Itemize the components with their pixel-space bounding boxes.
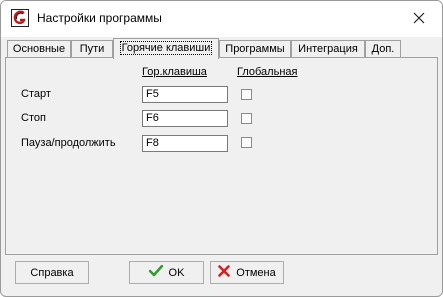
help-button-label: Справка: [30, 266, 74, 279]
tab-integration[interactable]: Интеграция: [291, 40, 365, 58]
column-header-hotkey: Гор.клавиша: [142, 66, 207, 78]
close-icon: [413, 12, 425, 27]
x-icon: [218, 265, 236, 280]
title-bar: Настройки программы: [1, 1, 442, 37]
close-button[interactable]: [396, 1, 442, 37]
row-label-stop: Стоп: [21, 112, 46, 124]
cancel-button-label: Отмена: [236, 266, 276, 279]
checkmark-icon: [148, 264, 169, 280]
global-checkbox-stop[interactable]: [241, 113, 252, 124]
hotkey-input-stop[interactable]: F6: [142, 110, 228, 127]
global-checkbox-start[interactable]: [241, 89, 252, 100]
cancel-button[interactable]: Отмена: [210, 261, 284, 284]
help-button[interactable]: Справка: [15, 261, 89, 284]
tab-hotkeys[interactable]: Горячие клавиши: [113, 38, 219, 59]
ok-button-label: OK: [168, 266, 185, 279]
ok-button[interactable]: OK: [129, 261, 204, 284]
button-bar: Справка OK Отмена: [5, 257, 436, 290]
settings-dialog: Настройки программы Основные Пути Горячи…: [0, 0, 443, 297]
row-label-start: Старт: [21, 88, 51, 100]
tab-paths[interactable]: Пути: [71, 40, 113, 58]
hotkey-input-pause[interactable]: F8: [142, 135, 228, 152]
hotkey-input-start[interactable]: F5: [142, 86, 228, 103]
column-header-global: Глобальная: [237, 66, 298, 78]
row-label-pause: Пауза/продолжить: [21, 137, 116, 149]
g-logo-icon: [11, 9, 29, 27]
tab-extra[interactable]: Доп.: [365, 40, 401, 58]
global-checkbox-pause[interactable]: [241, 137, 252, 148]
tab-strip: Основные Пути Горячие клавиши Программы …: [1, 37, 442, 59]
tab-main[interactable]: Основные: [7, 40, 71, 58]
hotkeys-panel: Гор.клавиша Глобальная Старт F5 Стоп F6 …: [5, 57, 438, 255]
window-title: Настройки программы: [37, 11, 162, 25]
tab-programs[interactable]: Программы: [219, 40, 291, 58]
